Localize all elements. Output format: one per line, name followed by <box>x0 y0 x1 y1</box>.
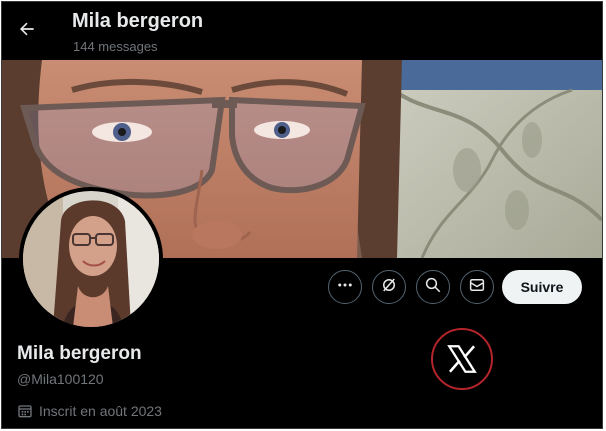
envelope-icon <box>468 276 486 299</box>
more-icon <box>336 276 354 299</box>
display-name: Mila bergeron <box>17 343 142 364</box>
message-button[interactable] <box>460 270 494 304</box>
grok-button[interactable] <box>372 270 406 304</box>
join-date-label: Inscrit en août 2023 <box>39 403 162 419</box>
profile-page: Mila bergeron 144 messages Suivre Mila b… <box>1 1 603 429</box>
arrow-left-icon <box>17 19 37 44</box>
avatar[interactable] <box>19 187 163 331</box>
follow-button[interactable]: Suivre <box>502 270 582 304</box>
post-count: 144 messages <box>73 39 158 54</box>
grok-icon <box>380 276 398 299</box>
calendar-icon <box>17 403 33 419</box>
header-title: Mila bergeron <box>72 10 204 32</box>
handle: @Mila100120 <box>17 371 104 387</box>
more-button[interactable] <box>328 270 362 304</box>
back-button[interactable] <box>12 16 42 46</box>
join-date: Inscrit en août 2023 <box>17 403 162 419</box>
search-button[interactable] <box>416 270 450 304</box>
profile-header: Mila bergeron 144 messages <box>2 2 602 60</box>
x-logo-icon <box>431 328 493 390</box>
search-icon <box>424 276 442 299</box>
